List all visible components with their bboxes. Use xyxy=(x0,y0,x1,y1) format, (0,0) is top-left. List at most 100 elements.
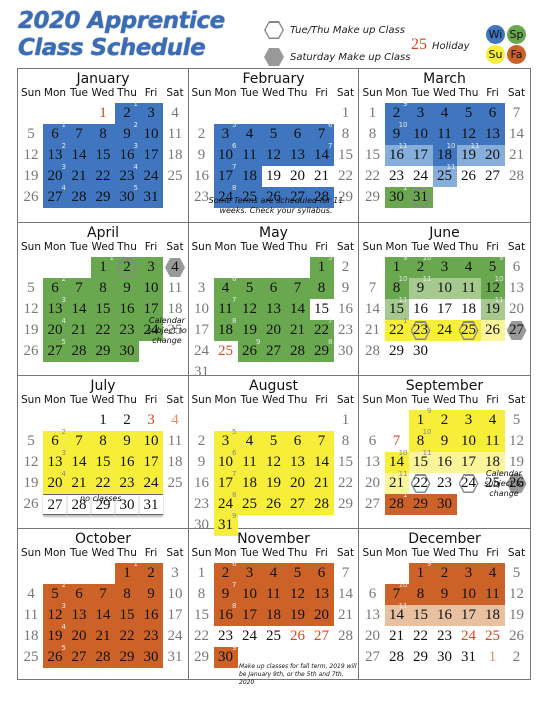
empty-day xyxy=(262,257,286,278)
day-cell: 7 xyxy=(341,565,350,581)
day-cell: 16 11 xyxy=(384,142,409,166)
calendar-grid: January Sun Mon Tue Wed Thu Fri Sat 1 2 1 3 4 5 6 1 7 8 9 2… xyxy=(17,68,531,686)
weekday-label: Sat xyxy=(166,394,184,406)
day-cell: 17 xyxy=(456,605,481,626)
day-cell: 9 xyxy=(197,147,206,163)
day-cell: 11 xyxy=(480,431,505,452)
weekday-label: Wed xyxy=(433,394,456,406)
day-cell: 17 xyxy=(167,607,183,623)
days-grid: 1 2 1 3 4 5 6 1 7 8 9 2 10 11 12 13 2 14 15 16 3 17 18 19 20 3 21 2… xyxy=(18,100,188,208)
days-grid: 1 9 2 3 4 5 6 7 8 10 9 10 11 12 13 14 10 15 11 16 17 18 19 20 21… xyxy=(359,407,530,515)
empty-day xyxy=(433,341,457,362)
week-number: 2 xyxy=(61,428,66,436)
day-cell: 7 xyxy=(67,124,91,145)
empty-day xyxy=(19,563,43,584)
day-cell: 3 xyxy=(171,565,179,581)
day-cell: 3 xyxy=(139,103,163,124)
day-cell: 22 xyxy=(91,166,115,187)
day-cell: 21 xyxy=(365,322,380,338)
day-cell: 27 xyxy=(365,649,380,665)
day-cell: 11 xyxy=(167,280,183,296)
empty-day xyxy=(433,187,457,208)
day-cell: 23 xyxy=(115,320,139,341)
holiday-sample: 25 xyxy=(411,36,427,53)
days-grid: 1 5 2 3 4 6 5 6 7 8 9 10 11 7 12 13 14 15 16 17 18 8 19 20 21 22 7… xyxy=(189,254,358,383)
day-cell: 17 xyxy=(437,301,452,317)
weekday-label: Thu xyxy=(287,241,308,253)
day-cell: 5 xyxy=(261,431,286,452)
weekday-label: Fri xyxy=(486,241,499,253)
day-cell: 10 xyxy=(139,124,163,145)
day-cell: 21 xyxy=(509,147,524,163)
weekday-label: Sun xyxy=(362,241,383,253)
days-grid: 1 2 9 3 4 5 6 7 8 9 10 10 11 12 13 14 15 16 11 17 18 10 19 11 20… xyxy=(359,100,530,208)
day-cell: 7 xyxy=(368,280,377,296)
day-cell: 30 xyxy=(432,494,457,515)
day-cell: 5 xyxy=(512,565,521,581)
day-cell: 6 xyxy=(285,431,310,452)
day-cell: 28 1 xyxy=(384,491,409,515)
day-cell: 27 xyxy=(365,496,380,512)
month-june: June Sun Mon Tue Wed Thu Fri Sat 1 9 2 10 3 4 5 9 6 7 8 10 9… xyxy=(359,223,530,376)
day-cell: 22 xyxy=(91,473,115,494)
day-cell: 19 xyxy=(23,475,39,491)
day-cell: 26 xyxy=(461,168,476,184)
day-cell: 9 xyxy=(139,584,163,605)
holiday-day: 1 xyxy=(488,649,497,665)
day-cell: 21 xyxy=(338,607,353,623)
day-cell: 21 xyxy=(91,626,115,647)
day-cell: 3 xyxy=(456,410,481,431)
day-cell: 28 xyxy=(91,647,115,668)
day-cell: 5 xyxy=(27,280,35,296)
day-cell: 13 xyxy=(285,452,310,473)
day-cell: 26 xyxy=(23,496,39,512)
tue-thu-makeup-day: 2 xyxy=(115,257,139,278)
day-cell: 28 xyxy=(338,628,353,644)
day-cell: 14 xyxy=(338,586,353,602)
day-cell: 2 xyxy=(197,126,206,142)
day-cell: 8 xyxy=(115,584,139,605)
day-cell: 21 xyxy=(67,166,91,187)
weekday-label: Fri xyxy=(315,241,328,253)
empty-day xyxy=(310,410,334,431)
day-cell: 24 xyxy=(139,166,163,187)
day-cell: 28 xyxy=(509,168,524,184)
day-cell: 6 xyxy=(368,586,377,602)
day-cell: 4 xyxy=(480,563,505,584)
day-cell: 26 5 xyxy=(43,644,67,668)
day-cell: 12 xyxy=(237,299,262,320)
weekday-label: Thu xyxy=(117,241,137,253)
day-cell: 22 xyxy=(338,475,353,491)
day-cell: 22 xyxy=(413,628,428,644)
weekday-label: Tue xyxy=(240,241,259,253)
day-cell: 27 xyxy=(485,168,500,184)
empty-day xyxy=(19,103,43,124)
week-number: 1 xyxy=(109,254,114,262)
day-cell: 16 8 xyxy=(213,602,238,626)
legend-saturday: Saturday Make up Class xyxy=(264,48,410,66)
day-cell: 5 xyxy=(261,124,286,145)
day-cell: 17 xyxy=(139,452,163,473)
empty-day xyxy=(481,187,505,208)
weekday-label: Thu xyxy=(117,394,137,406)
weekday-label: Sat xyxy=(166,547,184,559)
day-cell: 6 xyxy=(480,103,505,124)
page-title: 2020 Apprentice Class Schedule xyxy=(18,8,225,62)
day-cell: 30 9 xyxy=(213,644,238,668)
tue-thu-makeup-day: 23 xyxy=(408,320,433,341)
day-cell: 21 xyxy=(309,473,334,494)
day-cell: 16 xyxy=(194,168,209,184)
day-cell: 15 xyxy=(115,605,139,626)
holiday-label: Holiday xyxy=(432,41,470,52)
weekday-label: Wed xyxy=(433,87,456,99)
empty-day xyxy=(91,563,115,584)
day-cell: 8 xyxy=(408,584,433,605)
weekday-label: Mon xyxy=(214,547,237,559)
weekday-label: Wed xyxy=(262,547,285,559)
day-cell: 2 xyxy=(123,412,131,428)
empty-day xyxy=(67,563,91,584)
day-cell: 17 xyxy=(456,452,481,473)
day-cell: 22 xyxy=(91,320,115,341)
no-class-day: 27 xyxy=(43,494,67,515)
weekday-label: Thu xyxy=(287,547,308,559)
